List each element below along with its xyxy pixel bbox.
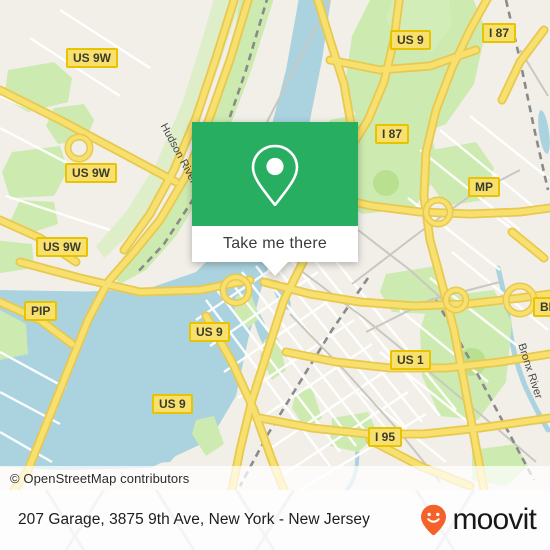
route-shield: US 9 — [390, 30, 431, 50]
callout-icon-area — [192, 122, 358, 226]
route-shield-label: I 87 — [489, 26, 510, 40]
route-shield: MP — [468, 177, 500, 197]
route-shield: US 9 — [152, 394, 193, 414]
route-shield: US 9W — [66, 48, 119, 68]
route-shield: US 9 — [189, 322, 230, 342]
route-shield-label: US 1 — [397, 353, 424, 367]
route-shield: PIP — [24, 301, 58, 321]
moovit-logo[interactable]: moovit — [420, 503, 537, 536]
route-shield-label: PIP — [31, 304, 51, 318]
attribution-text[interactable]: © OpenStreetMap contributors — [0, 471, 189, 486]
route-shield-label: MP — [475, 180, 493, 194]
route-shield-label: I 87 — [382, 127, 403, 141]
location-title: 207 Garage, 3875 9th Ave, New York - New… — [18, 511, 370, 528]
callout-action-bar[interactable]: Take me there — [192, 226, 358, 262]
route-shield-label: US 9 — [397, 33, 424, 47]
route-shield: US 9W — [36, 237, 89, 257]
moovit-wordmark: moovit — [452, 503, 536, 536]
route-shield-label: I 95 — [375, 430, 396, 444]
map-pin-icon — [251, 144, 299, 206]
route-shield: US 9W — [65, 163, 118, 183]
route-shield-label: US 9W — [72, 166, 111, 180]
map-page: Hudson River Bronx River US 9W US 9W US 9W… — [0, 0, 550, 550]
route-shield: I 87 — [375, 124, 410, 144]
route-shield: US 1 — [390, 350, 431, 370]
route-shield-label: US 9W — [73, 51, 112, 65]
route-shield-label: US 9 — [196, 325, 223, 339]
footer-bar: 207 Garage, 3875 9th Ave, New York - New… — [0, 490, 550, 550]
route-shield-label: US 9W — [43, 240, 82, 254]
route-shield: BRP — [533, 297, 550, 317]
take-me-there-button[interactable]: Take me there — [223, 235, 327, 253]
callout-tail — [262, 262, 288, 276]
attribution-bar: © OpenStreetMap contributors — [0, 466, 550, 490]
moovit-smiley-pin-icon — [421, 504, 447, 536]
route-shield: I 95 — [368, 427, 403, 447]
location-callout[interactable]: Take me there — [192, 122, 358, 276]
route-shield-label: BRP — [540, 300, 550, 314]
route-shield-label: US 9 — [159, 397, 186, 411]
route-shield: I 87 — [482, 23, 517, 43]
